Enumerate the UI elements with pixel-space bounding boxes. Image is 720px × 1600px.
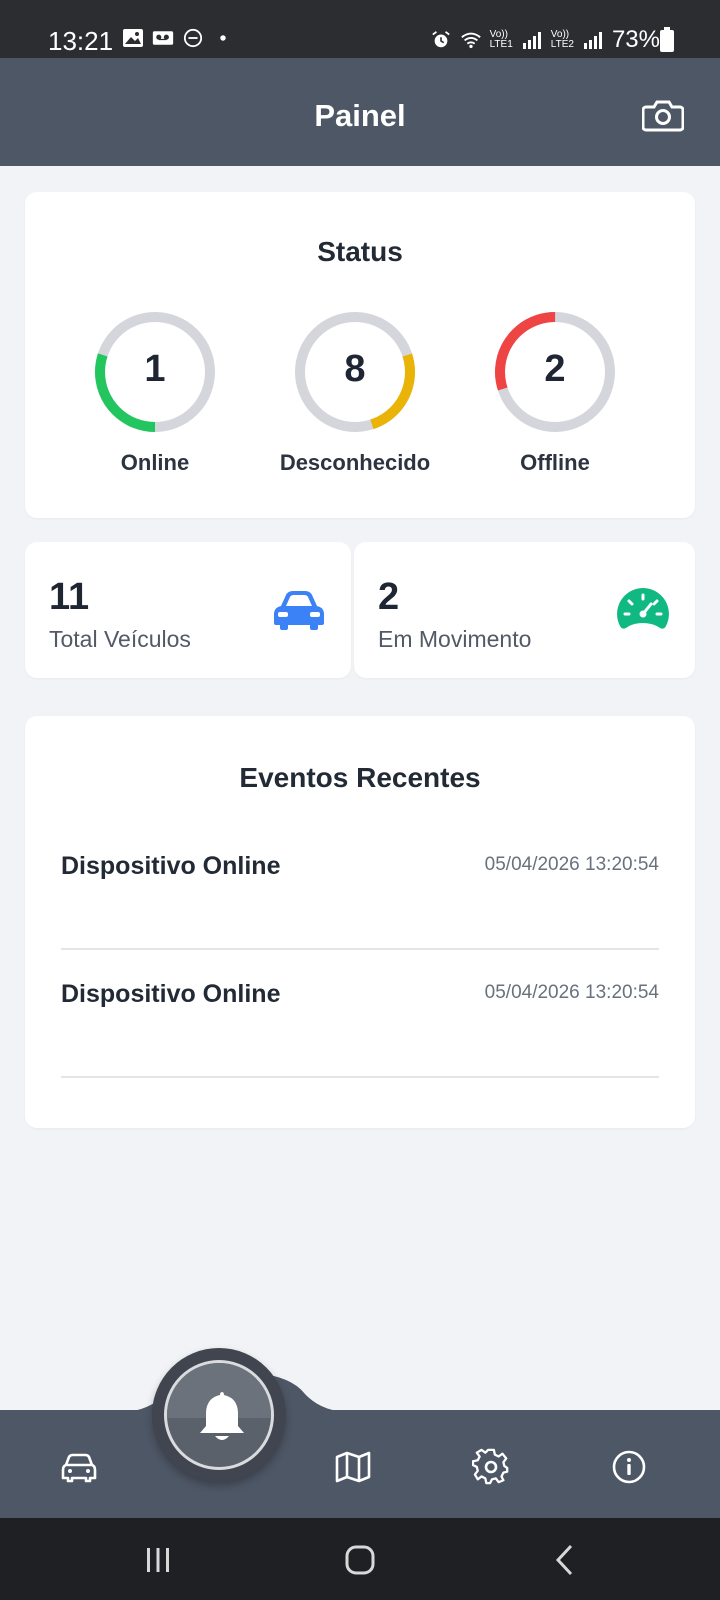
home-icon[interactable] xyxy=(340,1540,380,1580)
gauge-offline[interactable]: 2 xyxy=(493,310,617,434)
do-not-disturb-icon xyxy=(183,28,203,48)
gauge-label-unknown: Desconhecido xyxy=(279,450,431,475)
event-time: 05/04/2026 13:20:54 xyxy=(484,982,659,1003)
total-vehicles-value: 11 xyxy=(49,576,90,618)
recent-events-card: Eventos Recentes Dispositivo Online 05/0… xyxy=(25,716,695,1128)
lte2-label: Vo)) LTE2 xyxy=(550,29,574,50)
gauge-label-online: Online xyxy=(120,450,190,475)
list-item[interactable]: Dispositivo Online 05/04/2026 13:20:54 xyxy=(61,822,659,950)
moving-vehicles-card[interactable]: 2 Em Movimento xyxy=(354,542,695,678)
page-title: Painel xyxy=(314,98,406,133)
signal-icon xyxy=(583,32,602,49)
gear-icon[interactable] xyxy=(472,1448,510,1486)
map-icon[interactable] xyxy=(334,1448,372,1486)
status-bar: 13:21 Vo)) LTE1 Vo)) LTE2 73% xyxy=(0,0,720,58)
gauge-label-offline: Offline xyxy=(520,450,590,475)
alerts-button[interactable] xyxy=(164,1360,274,1470)
status-title: Status xyxy=(317,236,403,267)
signal-icon xyxy=(522,32,541,49)
event-title: Dispositivo Online xyxy=(61,980,281,1008)
wifi-icon xyxy=(460,32,481,49)
event-time: 05/04/2026 13:20:54 xyxy=(484,854,659,875)
gauge-online[interactable]: 1 xyxy=(93,310,217,434)
status-notification-icons xyxy=(122,28,234,48)
alarm-icon xyxy=(431,31,450,48)
moving-vehicles-label: Em Movimento xyxy=(378,626,532,652)
info-icon[interactable] xyxy=(610,1448,648,1486)
list-item[interactable]: Dispositivo Online 05/04/2026 13:20:54 xyxy=(61,950,659,1078)
gauge-value: 8 xyxy=(344,348,366,390)
moving-vehicles-value: 2 xyxy=(378,576,400,618)
battery-percent: 73% xyxy=(611,26,660,53)
status-card: Status 1 Online 8 Desconhecido 2 Offline xyxy=(25,192,695,518)
app-header: Painel xyxy=(0,58,720,166)
bell-icon xyxy=(200,1392,244,1440)
gauge-value: 1 xyxy=(144,348,166,390)
recents-icon[interactable] xyxy=(138,1540,178,1580)
car-icon[interactable] xyxy=(60,1448,98,1486)
total-vehicles-card[interactable]: 11 Total Veículos xyxy=(25,542,351,678)
system-nav-bar xyxy=(0,1518,720,1600)
battery-icon xyxy=(660,27,674,52)
gauge-unknown[interactable]: 8 xyxy=(293,310,417,434)
status-system-icons: Vo)) LTE1 Vo)) LTE2 73% xyxy=(430,26,660,54)
events-title: Eventos Recentes xyxy=(239,762,481,793)
dot-icon xyxy=(220,35,226,41)
speedometer-icon xyxy=(617,588,669,629)
voicemail-icon xyxy=(152,31,174,45)
back-icon[interactable] xyxy=(546,1540,586,1580)
car-icon xyxy=(274,591,324,630)
image-icon xyxy=(123,29,143,47)
status-time: 13:21 xyxy=(48,26,114,56)
gauge-value: 2 xyxy=(544,348,566,390)
event-title: Dispositivo Online xyxy=(61,852,281,880)
camera-icon[interactable] xyxy=(642,98,684,132)
lte1-label: Vo)) LTE1 xyxy=(489,29,513,50)
total-vehicles-label: Total Veículos xyxy=(49,626,191,652)
